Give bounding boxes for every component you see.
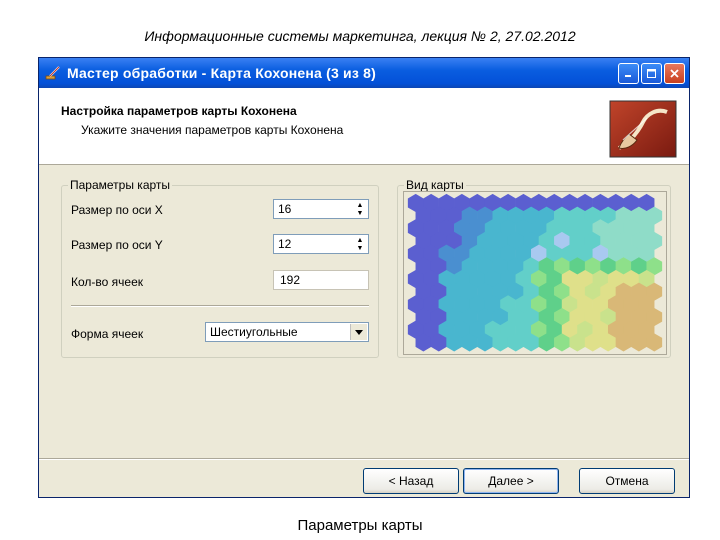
size-x-label: Размер по оси X [71, 203, 163, 217]
minimize-button[interactable] [618, 63, 639, 84]
cell-shape-label: Форма ячеек [71, 327, 144, 341]
size-x-value: 16 [278, 202, 292, 216]
map-params-legend: Параметры карты [70, 178, 171, 192]
footer-divider [39, 458, 689, 460]
kohonen-hex-map [407, 193, 663, 352]
cancel-button[interactable]: Отмена [579, 468, 675, 494]
size-x-down-icon[interactable]: ▼ [353, 209, 367, 217]
size-y-up-icon[interactable]: ▲ [353, 236, 367, 244]
window-title: Мастер обработки - Карта Кохонена (3 из … [67, 65, 376, 81]
wizard-window: Мастер обработки - Карта Кохонена (3 из … [38, 57, 690, 498]
close-icon [670, 69, 679, 78]
wizard-icon [45, 65, 61, 81]
pipe-logo [609, 100, 677, 158]
cells-count-value: 192 [280, 273, 301, 287]
map-preview-legend: Вид карты [406, 178, 464, 192]
title-bar[interactable]: Мастер обработки - Карта Кохонена (3 из … [39, 58, 689, 88]
map-preview-frame [403, 191, 667, 355]
step-title: Настройка параметров карты Кохонена [61, 104, 297, 118]
wizard-header: Настройка параметров карты Кохонена Укаж… [39, 88, 689, 165]
size-x-up-icon[interactable]: ▲ [353, 201, 367, 209]
next-button[interactable]: Далее > [463, 468, 559, 494]
maximize-icon [647, 69, 656, 78]
cells-count-label: Кол-во ячеек [71, 275, 143, 289]
back-button[interactable]: < Назад [363, 468, 459, 494]
cells-count-field: 192 [273, 270, 369, 290]
size-y-label: Размер по оси Y [71, 238, 163, 252]
cell-shape-value: Шестиугольные [210, 325, 298, 339]
size-y-value: 12 [278, 237, 292, 251]
close-button[interactable] [664, 63, 685, 84]
params-divider [71, 305, 369, 307]
chevron-down-icon[interactable] [350, 324, 367, 340]
maximize-button[interactable] [641, 63, 662, 84]
size-y-down-icon[interactable]: ▼ [353, 244, 367, 252]
minimize-icon [625, 75, 631, 77]
slide-title: Информационные системы маркетинга, лекци… [144, 28, 576, 44]
cell-shape-select[interactable]: Шестиугольные [205, 322, 369, 342]
step-subtitle: Укажите значения параметров карты Кохоне… [81, 123, 344, 137]
size-x-stepper[interactable]: 16 ▲ ▼ [273, 199, 369, 219]
slide-caption: Параметры карты [297, 517, 423, 534]
size-y-stepper[interactable]: 12 ▲ ▼ [273, 234, 369, 254]
